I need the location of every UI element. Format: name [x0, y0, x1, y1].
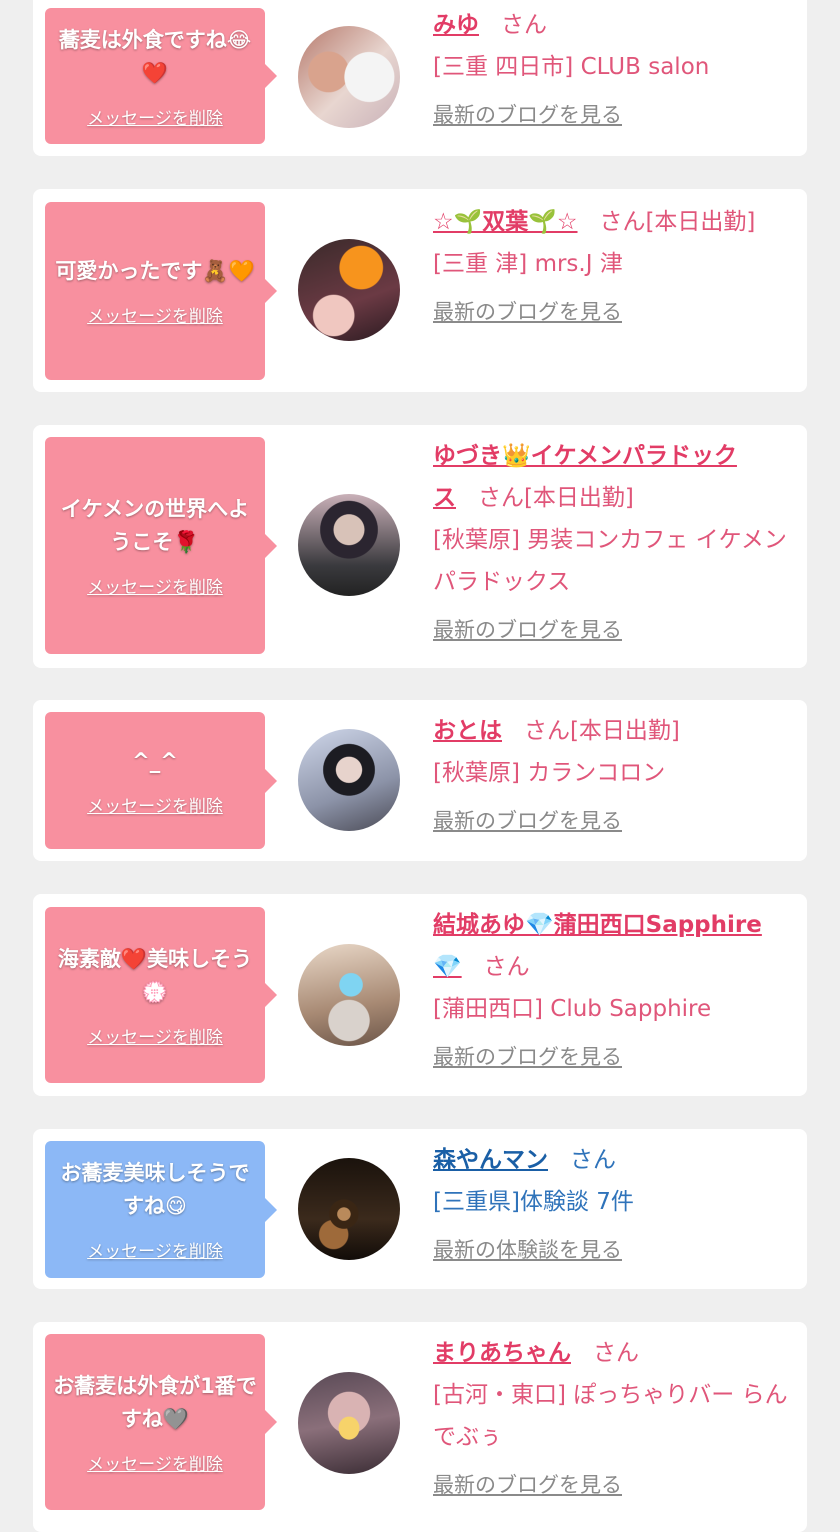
delete-message-link[interactable]: メッセージを削除 — [87, 573, 223, 598]
reviewer-info: [三重県]体験談 7件 — [433, 1189, 634, 1215]
profile-info: まりあちゃん さん [古河・東口] ぽっちゃりバー らんでぶぅ 最新のブログを見… — [433, 1332, 793, 1500]
message-text: 海素敵❤️美味しそう💮 — [57, 946, 253, 1004]
avatar[interactable] — [298, 26, 400, 128]
delete-message-link[interactable]: メッセージを削除 — [87, 1450, 223, 1475]
latest-blog-link[interactable]: 最新のブログを見る — [433, 297, 793, 327]
profile-name-link[interactable]: 結城あゆ💎蒲田西口Sapphire💎 — [433, 912, 762, 980]
message-bubble: 可愛かったです🧸🧡 メッセージを削除 — [45, 202, 277, 380]
profile-name-link[interactable]: 森やんマン — [433, 1147, 548, 1173]
honorific: さん[本日出勤] — [477, 485, 634, 511]
shop-location: [古河・東口] ぽっちゃりバー らんでぶぅ — [433, 1382, 788, 1450]
avatar[interactable] — [298, 729, 400, 831]
delete-message-link[interactable]: メッセージを削除 — [87, 302, 223, 327]
profile-info: ゆづき👑イケメンパラドックス さん[本日出勤] [秋葉原] 男装コンカフェ イケ… — [433, 435, 793, 645]
avatar[interactable] — [298, 1158, 400, 1260]
message-text: 可愛かったです🧸🧡 — [55, 259, 255, 283]
avatar[interactable] — [298, 239, 400, 341]
message-bubble: お蕎麦美味しそうですね😋 メッセージを削除 — [45, 1141, 277, 1278]
delete-message-link[interactable]: メッセージを削除 — [87, 104, 223, 129]
favorite-card: 蕎麦は外食ですね😂❤️ メッセージを削除 みゆ さん [三重 四日市] CLUB… — [33, 0, 807, 156]
latest-blog-link[interactable]: 最新のブログを見る — [433, 100, 793, 130]
favorite-card: 可愛かったです🧸🧡 メッセージを削除 ☆🌱双葉🌱☆ さん[本日出勤] [三重 津… — [33, 189, 807, 392]
profile-name-link[interactable]: ☆🌱双葉🌱☆ — [433, 209, 578, 235]
shop-location: [三重 四日市] CLUB salon — [433, 54, 710, 80]
latest-blog-link[interactable]: 最新のブログを見る — [433, 615, 793, 645]
latest-review-link[interactable]: 最新の体験談を見る — [433, 1235, 793, 1265]
profile-info: おとは さん[本日出勤] [秋葉原] カランコロン 最新のブログを見る — [433, 710, 793, 836]
message-bubble: お蕎麦は外食が1番ですね🩶 メッセージを削除 — [45, 1334, 277, 1510]
shop-location: [蒲田西口] Club Sapphire — [433, 996, 712, 1022]
honorific: さん[本日出勤] — [523, 718, 680, 744]
favorite-card: 海素敵❤️美味しそう💮 メッセージを削除 結城あゆ💎蒲田西口Sapphire💎 … — [33, 894, 807, 1096]
shop-location: [三重 津] mrs.J 津 — [433, 251, 623, 277]
profile-name-link[interactable]: みゆ — [433, 12, 479, 38]
avatar[interactable] — [298, 944, 400, 1046]
delete-message-link[interactable]: メッセージを削除 — [87, 1237, 223, 1262]
latest-blog-link[interactable]: 最新のブログを見る — [433, 1042, 793, 1072]
profile-name-link[interactable]: まりあちゃん — [433, 1340, 571, 1366]
profile-info: 結城あゆ💎蒲田西口Sapphire💎 さん [蒲田西口] Club Sapphi… — [433, 904, 793, 1072]
delete-message-link[interactable]: メッセージを削除 — [87, 792, 223, 817]
avatar[interactable] — [298, 1372, 400, 1474]
message-bubble: 蕎麦は外食ですね😂❤️ メッセージを削除 — [45, 8, 277, 144]
avatar[interactable] — [298, 494, 400, 596]
favorite-card: ^_^ メッセージを削除 おとは さん[本日出勤] [秋葉原] カランコロン 最… — [33, 700, 807, 861]
favorite-card: お蕎麦美味しそうですね😋 メッセージを削除 森やんマン さん [三重県]体験談 … — [33, 1129, 807, 1289]
honorific: さん — [500, 12, 547, 38]
profile-info: 森やんマン さん [三重県]体験談 7件 最新の体験談を見る — [433, 1139, 793, 1265]
latest-blog-link[interactable]: 最新のブログを見る — [433, 806, 793, 836]
profile-info: みゆ さん [三重 四日市] CLUB salon 最新のブログを見る — [433, 4, 793, 130]
honorific: さん — [483, 954, 530, 980]
honorific: さん — [592, 1340, 639, 1366]
favorite-card: お蕎麦は外食が1番ですね🩶 メッセージを削除 まりあちゃん さん [古河・東口]… — [33, 1322, 807, 1532]
message-bubble: 海素敵❤️美味しそう💮 メッセージを削除 — [45, 907, 277, 1083]
honorific: さん[本日出勤] — [599, 209, 756, 235]
message-text: お蕎麦は外食が1番ですね🩶 — [53, 1373, 257, 1431]
latest-blog-link[interactable]: 最新のブログを見る — [433, 1470, 793, 1500]
shop-location: [秋葉原] カランコロン — [433, 760, 666, 786]
message-bubble: ^_^ メッセージを削除 — [45, 712, 277, 849]
shop-location: [秋葉原] 男装コンカフェ イケメンパラドックス — [433, 527, 787, 595]
message-text: ^_^ — [132, 748, 178, 773]
profile-name-link[interactable]: おとは — [433, 718, 502, 744]
message-text: 蕎麦は外食ですね😂❤️ — [58, 27, 252, 85]
profile-info: ☆🌱双葉🌱☆ さん[本日出勤] [三重 津] mrs.J 津 最新のブログを見る — [433, 201, 793, 327]
message-text: お蕎麦美味しそうですね😋 — [60, 1161, 250, 1218]
message-text: イケメンの世界へようこそ🌹 — [60, 497, 250, 554]
favorite-card: イケメンの世界へようこそ🌹 メッセージを削除 ゆづき👑イケメンパラドックス さん… — [33, 425, 807, 668]
delete-message-link[interactable]: メッセージを削除 — [87, 1023, 223, 1048]
message-bubble: イケメンの世界へようこそ🌹 メッセージを削除 — [45, 437, 277, 654]
honorific: さん — [569, 1147, 616, 1173]
